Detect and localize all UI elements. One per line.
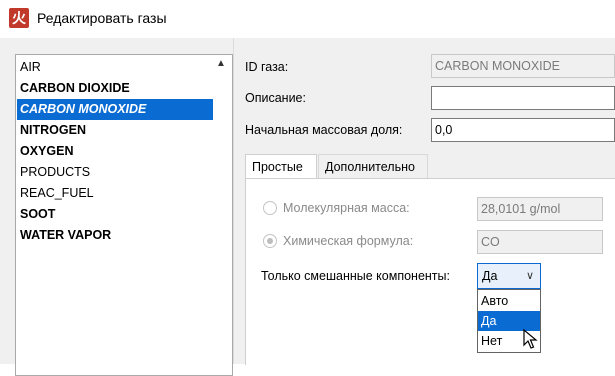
mouse-pointer-icon [523,328,538,349]
gas-list-item-water-vapor[interactable]: WATER VAPOR [17,225,213,246]
app-logo-icon: 火 [9,8,29,28]
chemical-formula-field: CO [477,230,603,254]
description-field[interactable] [431,86,615,110]
gas-id-field: CARBON MONOXIDE [431,54,615,78]
option-auto[interactable]: Авто [478,291,540,311]
tab-advanced[interactable]: Дополнительно [318,154,428,178]
mixed-only-label: Только смешанные компоненты: [261,269,450,283]
gas-list-item-soot[interactable]: SOOT [17,204,213,225]
tab-simple[interactable]: Простые [245,154,317,179]
gas-list-item-air[interactable]: AIR [17,57,213,78]
mass-fraction-label: Начальная массовая доля: [245,123,403,137]
mass-fraction-field[interactable]: 0,0 [431,118,615,142]
gas-list[interactable]: AIR CARBON DIOXIDE CARBON MONOXIDE NITRO… [15,54,233,376]
panel-divider [233,38,234,364]
description-label: Описание: [245,91,306,105]
chemical-formula-radio [263,234,277,248]
molecular-mass-field: 28,0101 g/mol [477,197,603,221]
gas-list-item-oxygen[interactable]: OXYGEN [17,141,213,162]
dialog-body: AIR CARBON DIOXIDE CARBON MONOXIDE NITRO… [0,38,615,376]
gas-list-item-carbon-dioxide[interactable]: CARBON DIOXIDE [17,78,213,99]
chemical-formula-label: Химическая формула: [283,234,414,248]
chevron-down-icon[interactable]: ∨ [526,264,534,288]
mixed-only-value: Да [482,269,498,283]
molecular-mass-radio [263,201,277,215]
title-bar: 火 Редактировать газы [0,0,615,38]
window-title: Редактировать газы [37,10,167,26]
mixed-only-combobox[interactable]: Да ∨ [477,263,541,289]
gas-list-item-carbon-monoxide[interactable]: CARBON MONOXIDE [17,99,213,120]
gas-list-item-products[interactable]: PRODUCTS [17,162,213,183]
gas-list-item-reac-fuel[interactable]: REAC_FUEL [17,183,213,204]
gas-list-item-nitrogen[interactable]: NITROGEN [17,120,213,141]
scroll-up-arrow-icon[interactable]: ▲ [213,57,229,71]
gas-id-label: ID газа: [245,60,289,74]
molecular-mass-label: Молекулярная масса: [283,201,410,215]
